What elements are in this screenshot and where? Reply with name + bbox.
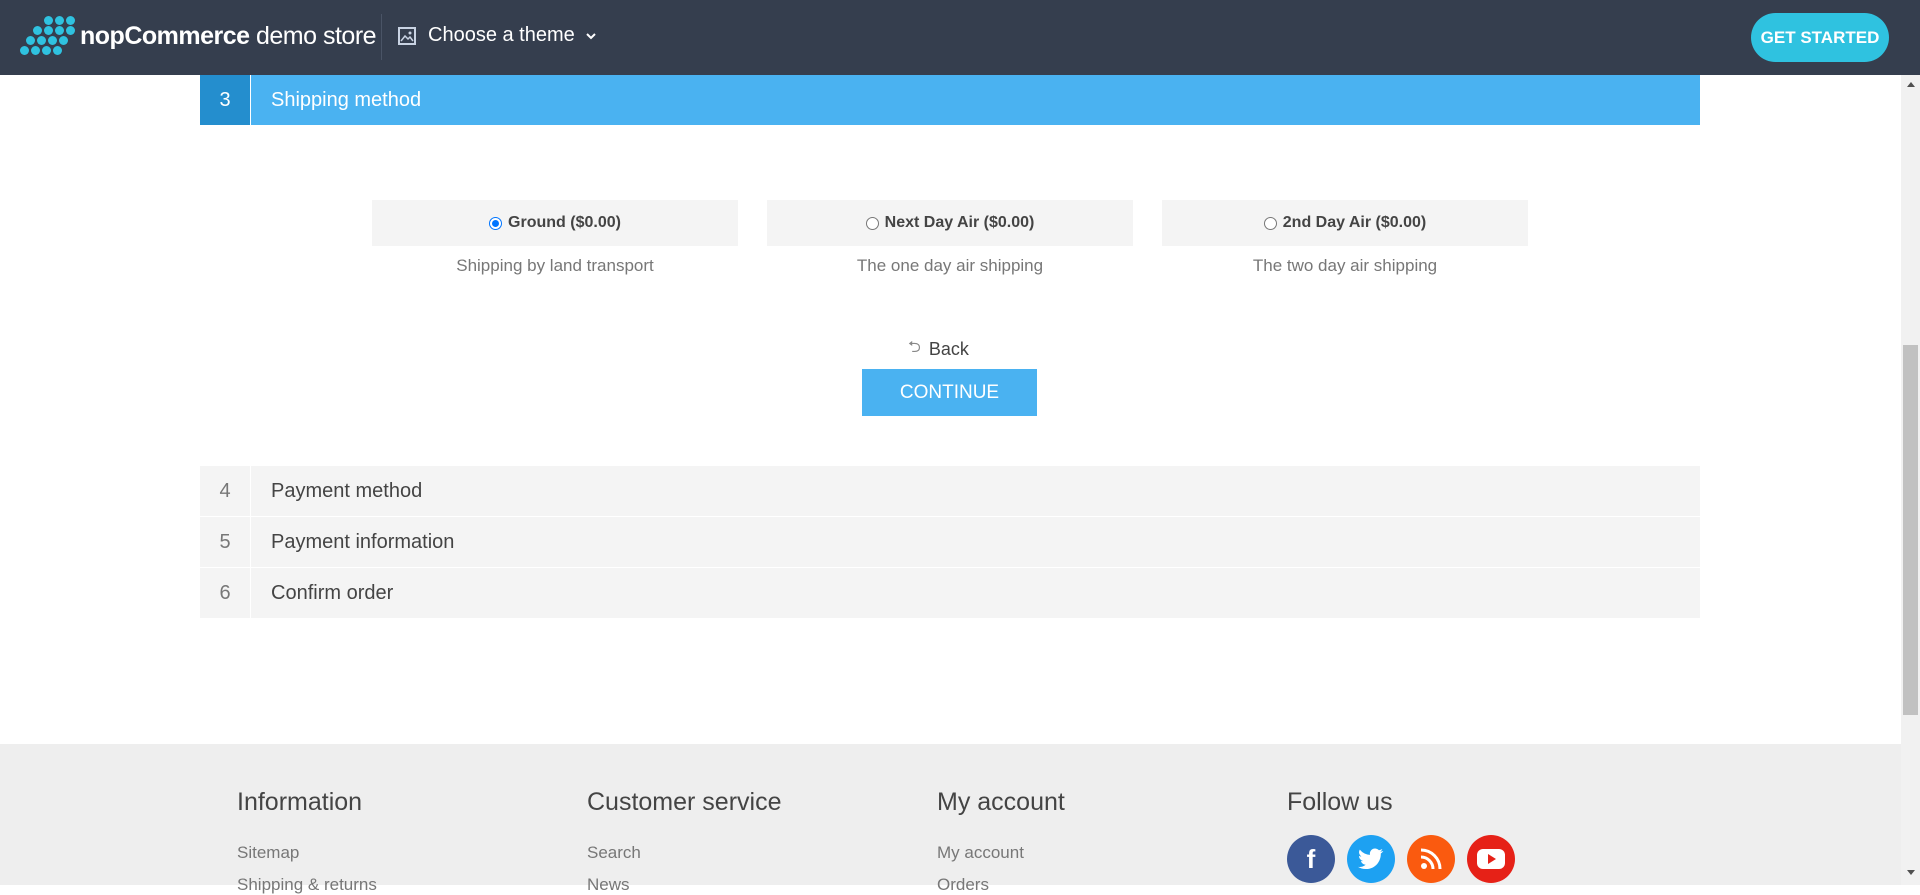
rss-icon[interactable] [1407, 835, 1455, 883]
scroll-down-arrow-icon[interactable] [1907, 870, 1915, 875]
youtube-icon[interactable] [1467, 835, 1515, 883]
scroll-up-arrow-icon[interactable] [1907, 82, 1915, 87]
image-icon [398, 26, 416, 45]
footer-heading: Follow us [1287, 788, 1393, 816]
logo-brand: nopCommerce [80, 21, 250, 50]
choose-theme-dropdown[interactable]: Choose a theme [398, 24, 597, 47]
footer-link-sitemap[interactable]: Sitemap [237, 843, 377, 863]
footer-link-my-account[interactable]: My account [937, 843, 1065, 863]
logo-suffix: demo store [256, 21, 377, 50]
top-bar: nopCommerce demo store Choose a theme GE… [0, 0, 1920, 75]
topbar-divider [381, 14, 382, 60]
logo-text: nopCommerce demo store [80, 21, 377, 51]
facebook-icon[interactable]: f [1287, 835, 1335, 883]
back-arrow-icon: ⮌ [908, 339, 921, 356]
option-description: The one day air shipping [856, 256, 1044, 275]
step-title: Payment information [271, 530, 455, 553]
choose-theme-label: Choose a theme [428, 24, 575, 46]
step-shipping-method[interactable]: 3 Shipping method [200, 75, 1700, 125]
step-number: 3 [200, 75, 251, 125]
footer-heading: Information [237, 788, 363, 816]
option-label: 2nd Day Air ($0.00) [1282, 214, 1427, 231]
logo-dots-icon [20, 16, 75, 56]
step-number: 5 [200, 517, 251, 567]
radio-next-day-air[interactable] [865, 216, 879, 230]
step-title: Confirm order [271, 581, 394, 604]
scrollbar-thumb[interactable] [1903, 345, 1918, 715]
shipping-option-2nd-day-air-label[interactable]: 2nd Day Air ($0.00) [1162, 200, 1528, 246]
shipping-option-next-day-air-label[interactable]: Next Day Air ($0.00) [767, 200, 1133, 246]
step-title: Shipping method [271, 88, 422, 111]
step-payment-information[interactable]: 5 Payment information [200, 517, 1700, 567]
step-title: Payment method [271, 479, 423, 502]
option-description: The two day air shipping [1252, 256, 1438, 275]
footer-link-news[interactable]: News [587, 875, 782, 895]
radio-ground[interactable] [489, 216, 503, 230]
back-link[interactable]: ⮌ Back [908, 336, 969, 363]
footer-link-shipping-returns[interactable]: Shipping & returns [237, 875, 377, 895]
footer-column-follow-us: Follow us [1287, 788, 1393, 817]
footer-column-my-account: My account My account Orders [937, 788, 1065, 895]
shipping-option-next-day-air: Next Day Air ($0.00) The one day air shi… [767, 200, 1133, 276]
radio-2nd-day-air[interactable] [1263, 216, 1277, 230]
chevron-down-icon [586, 32, 596, 39]
continue-button[interactable]: CONTINUE [862, 369, 1037, 416]
twitter-icon[interactable] [1347, 835, 1395, 883]
footer-link-orders[interactable]: Orders [937, 875, 1065, 895]
shipping-option-ground: Ground ($0.00) Shipping by land transpor… [372, 200, 738, 276]
step-number: 6 [200, 568, 251, 618]
back-label: Back [928, 339, 969, 359]
footer-heading: My account [937, 788, 1065, 816]
shipping-option-2nd-day-air: 2nd Day Air ($0.00) The two day air ship… [1162, 200, 1528, 276]
footer-heading: Customer service [587, 788, 782, 816]
footer-column-customer-service: Customer service Search News [587, 788, 782, 895]
footer-column-information: Information Sitemap Shipping & returns [237, 788, 377, 895]
footer: Information Sitemap Shipping & returns C… [0, 744, 1901, 894]
step-confirm-order[interactable]: 6 Confirm order [200, 568, 1700, 618]
option-label: Ground ($0.00) [508, 214, 621, 231]
social-links: f [1287, 835, 1527, 883]
step-payment-method[interactable]: 4 Payment method [200, 466, 1700, 516]
store-logo[interactable]: nopCommerce demo store [20, 16, 377, 56]
option-description: Shipping by land transport [456, 256, 654, 275]
shipping-option-ground-label[interactable]: Ground ($0.00) [372, 200, 738, 246]
option-label: Next Day Air ($0.00) [884, 214, 1035, 231]
get-started-button[interactable]: GET STARTED [1751, 13, 1889, 62]
footer-link-search[interactable]: Search [587, 843, 782, 863]
step-number: 4 [200, 466, 251, 516]
